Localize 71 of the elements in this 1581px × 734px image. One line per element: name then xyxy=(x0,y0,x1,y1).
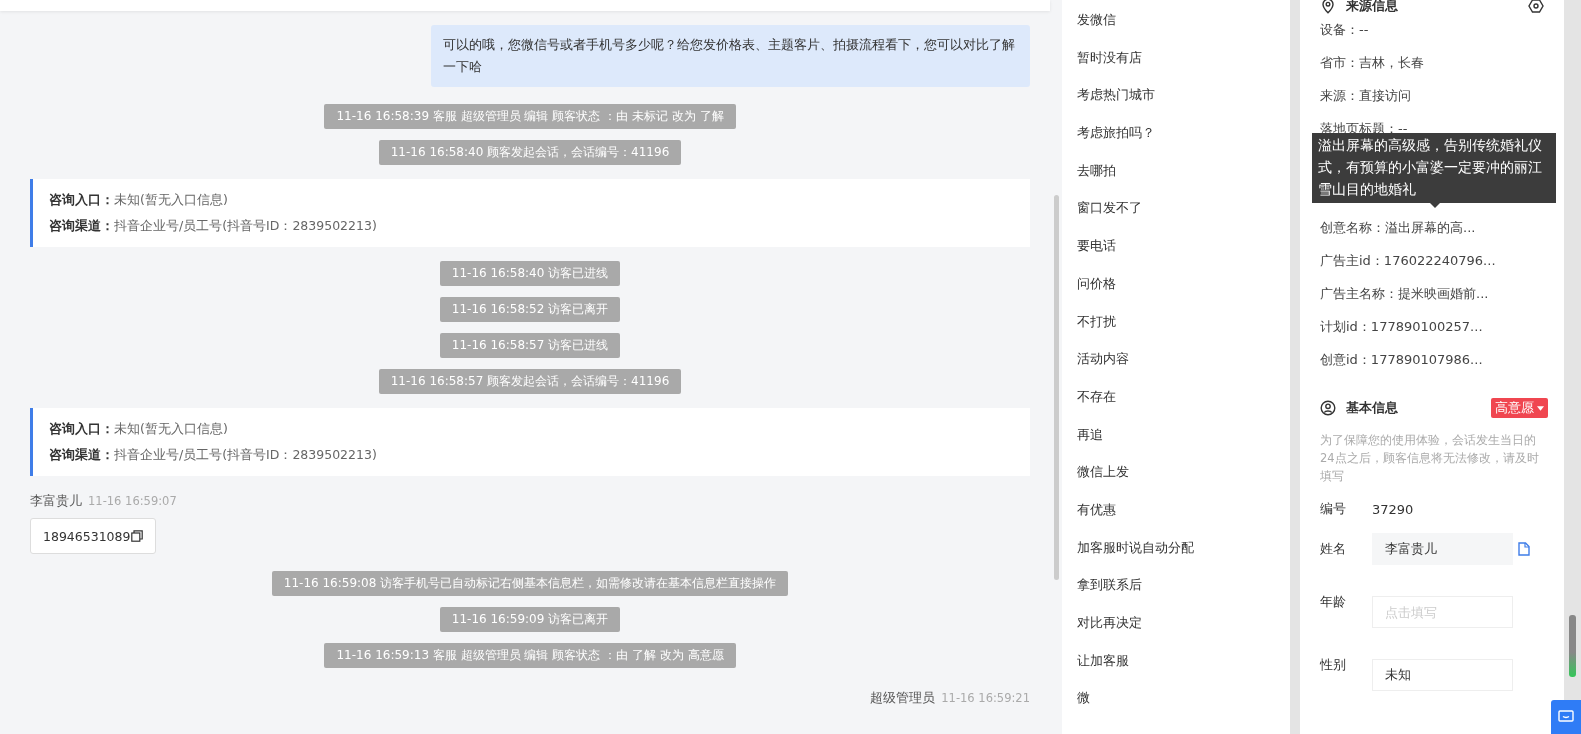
field-label: 姓名 xyxy=(1320,540,1347,558)
quick-reply-item[interactable]: 考虑旅拍吗？ xyxy=(1062,120,1290,158)
field-label: 编号 xyxy=(1320,500,1347,518)
info-label: 咨询渠道： xyxy=(49,447,114,462)
quick-reply-item[interactable]: 微 xyxy=(1062,685,1290,724)
source-field: 创意id：177890107986... xyxy=(1320,343,1564,376)
field-label: 年龄 xyxy=(1320,593,1347,611)
info-label: 咨询入口： xyxy=(49,192,114,207)
quick-reply-item[interactable]: 发微信 xyxy=(1062,7,1290,45)
quick-reply-item[interactable]: 微信上发 xyxy=(1062,459,1290,497)
quick-reply-item[interactable]: 活动内容 xyxy=(1062,346,1290,384)
system-notice: 11-16 16:58:52 访客已离开 xyxy=(439,297,621,322)
message-bubble: 18946531089 xyxy=(30,518,157,554)
field-label: 性别 xyxy=(1320,656,1347,674)
source-field: 广告主id：176022240796... xyxy=(1320,244,1564,277)
quick-reply-item[interactable]: 问价格 xyxy=(1062,270,1290,309)
info-value: 抖音企业号/员工号(抖音号ID：2839502213) xyxy=(114,218,377,233)
quick-reply-item[interactable]: 再追 xyxy=(1062,421,1290,460)
quick-reply-item[interactable]: 对比再决定 xyxy=(1062,610,1290,648)
quick-reply-item[interactable]: 加客服时说自动分配 xyxy=(1062,534,1290,573)
tooltip-arrow xyxy=(1430,203,1440,208)
intent-dropdown[interactable]: 高意愿 xyxy=(1491,398,1548,418)
quick-reply-item[interactable]: 有优惠 xyxy=(1062,496,1290,535)
document-icon[interactable] xyxy=(1518,542,1530,556)
system-notice: 11-16 16:58:57 顾客发起会话，会话编号：41196 xyxy=(378,369,682,394)
source-field: 计划id：177890100257... xyxy=(1320,310,1564,343)
message-bubble: 可以的哦，您微信号或者手机号多少呢？给您发价格表、主题客片、拍摄流程看下，您可以对比了解一下哈 xyxy=(431,25,1030,87)
field-value: 37290 xyxy=(1372,501,1414,517)
quick-reply-item[interactable]: 不存在 xyxy=(1062,383,1290,422)
system-notice: 11-16 16:58:40 顾客发起会话，会话编号：41196 xyxy=(378,140,682,165)
quick-reply-item[interactable]: 暂时没有店 xyxy=(1062,44,1290,83)
system-notice: 11-16 16:58:57 访客已进线 xyxy=(439,333,621,358)
quick-reply-item[interactable]: 考虑热门城市 xyxy=(1062,82,1290,121)
info-label: 咨询渠道： xyxy=(49,218,114,233)
scrollbar[interactable] xyxy=(1054,195,1059,580)
sender-name: 李富贵儿 xyxy=(30,493,82,510)
chat-icon xyxy=(1558,710,1574,724)
source-field: 省市：吉林，长春 xyxy=(1320,46,1564,79)
quick-reply-item[interactable]: 不打扰 xyxy=(1062,308,1290,347)
info-value: 未知(暂无入口信息) xyxy=(114,421,228,436)
info-value: 抖音企业号/员工号(抖音号ID：2839502213) xyxy=(114,447,377,462)
system-notice: 11-16 16:59:08 访客手机号已自动标记右侧基本信息栏，如需修改请在基本信息栏直接操作 xyxy=(271,571,789,596)
quick-reply-item[interactable]: 拿到联系后 xyxy=(1062,572,1290,610)
message-time: 11-16 16:59:21 xyxy=(941,691,1030,705)
source-field: 广告主名称：提米映画婚前... xyxy=(1320,277,1564,310)
chat-button[interactable] xyxy=(1551,700,1581,734)
info-value: 未知(暂无入口信息) xyxy=(114,192,228,207)
notice-text: 为了保障您的使用体验，会话发生当日的24点之后，顾客信息将无法修改，请及时填写 xyxy=(1320,432,1540,485)
location-pin-icon xyxy=(1320,0,1336,14)
source-field: 来源：直接访问 xyxy=(1320,79,1564,112)
settings-icon[interactable] xyxy=(1528,0,1544,14)
sender-name: 超级管理员 xyxy=(870,690,936,707)
caret-icon xyxy=(1537,405,1544,411)
section-title: 基本信息 xyxy=(1346,399,1398,417)
input-field[interactable]: 李富贵儿 xyxy=(1372,533,1513,565)
quick-reply-item[interactable]: 去哪拍 xyxy=(1062,157,1290,196)
info-label: 咨询入口： xyxy=(49,421,114,436)
system-notice: 11-16 16:58:40 访客已进线 xyxy=(439,261,621,286)
user-circle-icon xyxy=(1320,400,1336,416)
source-field: 创意名称：溢出屏幕的高... xyxy=(1320,211,1564,244)
quick-reply-item[interactable]: 让加客服 xyxy=(1062,647,1290,686)
scrollbar-thumb[interactable] xyxy=(1569,615,1576,677)
input-field[interactable]: 未知 xyxy=(1372,659,1513,691)
quick-reply-item[interactable]: 要电话 xyxy=(1062,233,1290,271)
message-time: 11-16 16:59:07 xyxy=(88,494,177,508)
copy-icon[interactable] xyxy=(131,530,144,542)
quick-reply-item[interactable]: 窗口发不了 xyxy=(1062,195,1290,234)
source-field: 设备：-- xyxy=(1320,13,1564,46)
system-notice: 11-16 16:58:39 客服 超级管理员 编辑 顾客状态 ：由 未标记 改为 了解 xyxy=(324,104,736,129)
system-notice: 11-16 16:59:13 客服 超级管理员 编辑 顾客状态 ：由 了解 改为 高意愿 xyxy=(324,643,736,668)
system-notice: 11-16 16:59:09 访客已离开 xyxy=(439,607,621,632)
